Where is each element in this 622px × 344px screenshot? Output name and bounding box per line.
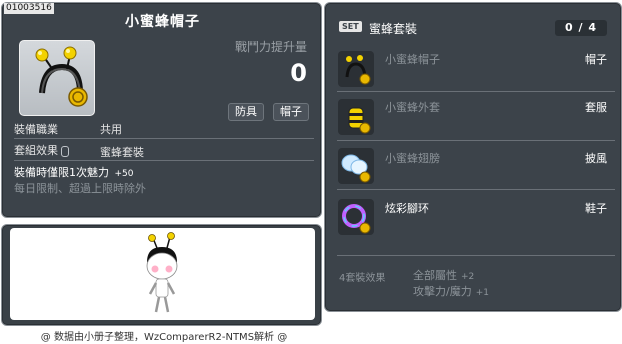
divider	[337, 255, 615, 256]
divider	[14, 160, 314, 161]
set-item-row-4	[338, 199, 374, 235]
set-badge: SET	[339, 21, 362, 32]
charm-text: 裝備時僅限1次魅力	[14, 166, 109, 179]
set-item-name-3: 小蜜蜂翅膀	[385, 152, 440, 165]
charm-value: +50	[114, 169, 134, 179]
link-icon	[61, 145, 69, 157]
set-item-slot-1: 帽子	[585, 53, 607, 66]
bee-wings-icon	[341, 154, 371, 183]
set-item-name-2: 小蜜蜂外套	[385, 101, 440, 114]
item-icon-frame	[19, 40, 95, 116]
divider	[14, 138, 314, 139]
set-item-name-4: 炫彩腳环	[385, 202, 429, 215]
set-effect-label: 套組效果	[14, 142, 69, 158]
set-item-row-3	[338, 148, 374, 184]
set-item-slot-2: 套服	[585, 101, 607, 114]
set-effect-value-2: +1	[475, 288, 489, 298]
charm-line: 裝備時僅限1次魅力 +50	[14, 164, 134, 180]
job-value: 共用	[100, 123, 122, 136]
set-effect-label-text: 套組效果	[14, 144, 58, 157]
set-item-slot-4: 鞋子	[585, 202, 607, 215]
combat-power-value: 0	[290, 59, 307, 87]
set-effect-value-1: +2	[461, 272, 475, 282]
set-effect-value: 蜜蜂套裝	[100, 146, 144, 159]
rainbow-ring-icon	[342, 204, 371, 234]
set-effect-line-2: 攻擊力/魔力 +1	[413, 283, 489, 299]
set-info-panel: SET 蜜蜂套裝 0 / 4 小蜜蜂帽子 帽子 小蜜蜂外套 套服 小蜜蜂翅膀 披…	[324, 2, 622, 312]
set-effect-line-1: 全部屬性 +2	[413, 267, 474, 283]
limit-note: 每日限制、超過上限時除外	[14, 182, 146, 195]
set-item-name-1: 小蜜蜂帽子	[385, 53, 440, 66]
footer-credit: @ 数据由小册子整理，WzComparerR2-NTMS解析 @	[40, 332, 288, 343]
set-effect-name-1: 全部屬性	[413, 269, 457, 282]
set-count: 0 / 4	[555, 20, 607, 36]
bee-hat-icon	[345, 55, 371, 85]
combat-power-label: 戰鬥力提升量	[234, 40, 307, 54]
bee-suit-icon	[348, 107, 371, 134]
set-effect-name-2: 攻擊力/魔力	[413, 285, 472, 298]
divider	[337, 140, 615, 141]
job-label: 裝備職業	[14, 123, 58, 136]
avatar-preview	[10, 228, 315, 320]
item-tooltip-panel: 01003516 小蜜蜂帽子 戰鬥力提升量 0 防具 帽子 裝備職業 共用 套組…	[1, 2, 322, 218]
divider	[337, 189, 615, 190]
item-name: 小蜜蜂帽子	[125, 14, 200, 30]
category-tag-armor: 防具	[228, 103, 264, 121]
set-title: 蜜蜂套裝	[369, 22, 418, 36]
set-item-row-2	[338, 99, 374, 135]
bee-hat-icon	[35, 46, 88, 107]
set-item-slot-3: 披風	[585, 152, 607, 165]
set-item-row-1	[338, 51, 374, 87]
category-tag-hat: 帽子	[273, 103, 309, 121]
character-icon	[146, 232, 178, 313]
set-effect-count-label: 4套裝效果	[339, 273, 386, 284]
divider	[337, 91, 615, 92]
avatar-preview-panel	[1, 224, 322, 326]
